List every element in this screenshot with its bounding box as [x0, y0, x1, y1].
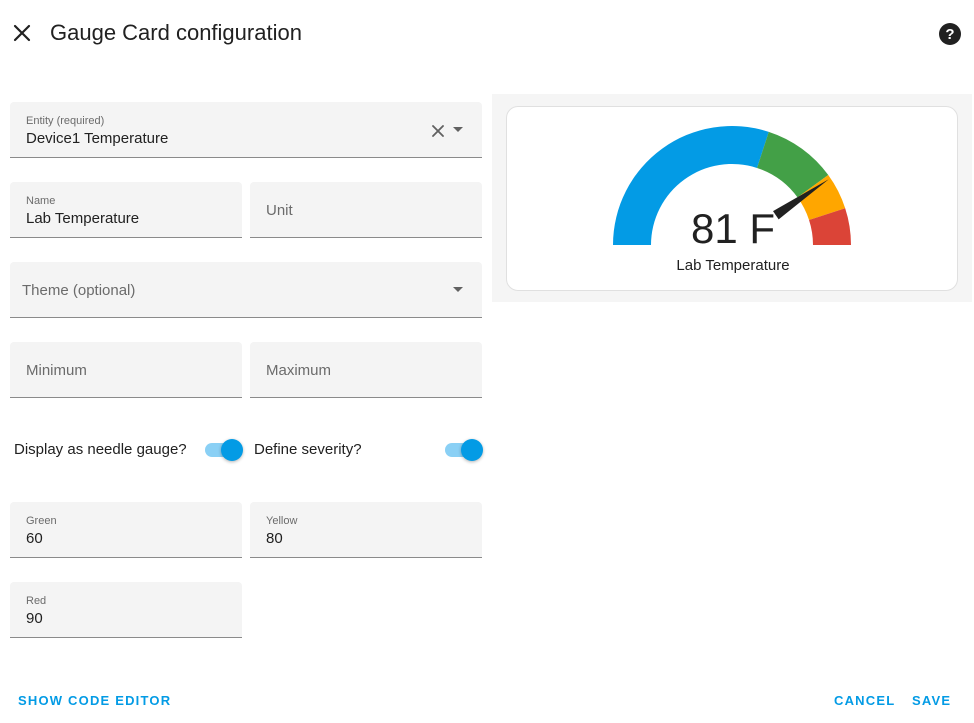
green-value[interactable]: 60	[26, 530, 43, 547]
svg-text:?: ?	[945, 26, 954, 43]
red-value[interactable]: 90	[26, 610, 43, 627]
chevron-down-icon[interactable]	[452, 126, 464, 134]
theme-select[interactable]: Theme (optional)	[10, 262, 482, 318]
close-icon	[13, 24, 31, 42]
gauge-card[interactable]: 81 F Lab Temperature	[506, 106, 958, 291]
dialog-title: Gauge Card configuration	[50, 20, 302, 45]
entity-label: Entity (required)	[26, 115, 105, 127]
green-label: Green	[26, 515, 57, 527]
severity-toggle-label: Define severity?	[254, 441, 362, 458]
maximum-placeholder: Maximum	[266, 362, 332, 379]
needle-toggle[interactable]	[205, 439, 243, 461]
gauge-name: Lab Temperature	[676, 257, 790, 274]
card-preview: 81 F Lab Temperature	[492, 94, 972, 302]
name-field[interactable]: Name Lab Temperature	[10, 182, 242, 238]
red-field[interactable]: Red 90	[10, 582, 242, 638]
unit-field[interactable]: Unit	[250, 182, 482, 238]
yellow-field[interactable]: Yellow 80	[250, 502, 482, 558]
minimum-field[interactable]: Minimum	[10, 342, 242, 398]
name-value[interactable]: Lab Temperature	[26, 210, 139, 227]
unit-placeholder: Unit	[266, 202, 293, 219]
dialog-header: Gauge Card configuration ?	[0, 0, 974, 68]
entity-field[interactable]: Entity (required) Device1 Temperature	[10, 102, 482, 158]
minimum-placeholder: Minimum	[26, 362, 87, 379]
theme-placeholder: Theme (optional)	[22, 282, 136, 299]
name-label: Name	[26, 195, 56, 207]
yellow-value[interactable]: 80	[266, 530, 283, 547]
yellow-label: Yellow	[266, 515, 298, 527]
help-button[interactable]: ?	[938, 22, 962, 46]
severity-toggle-thumb	[461, 439, 483, 461]
maximum-field[interactable]: Maximum	[250, 342, 482, 398]
needle-toggle-thumb	[221, 439, 243, 461]
help-circle-icon: ?	[939, 23, 961, 45]
save-button[interactable]: Save	[912, 693, 951, 708]
chevron-down-icon[interactable]	[452, 286, 464, 294]
severity-toggle[interactable]	[445, 439, 483, 461]
show-code-editor-button[interactable]: Show code editor	[18, 693, 171, 708]
needle-toggle-label: Display as needle gauge?	[14, 441, 187, 458]
close-button[interactable]	[8, 18, 36, 48]
clear-icon[interactable]	[430, 123, 446, 139]
red-label: Red	[26, 595, 47, 607]
green-field[interactable]: Green 60	[10, 502, 242, 558]
cancel-button[interactable]: Cancel	[834, 693, 895, 708]
gauge-value: 81 F	[690, 205, 776, 252]
entity-value[interactable]: Device1 Temperature	[26, 130, 168, 147]
